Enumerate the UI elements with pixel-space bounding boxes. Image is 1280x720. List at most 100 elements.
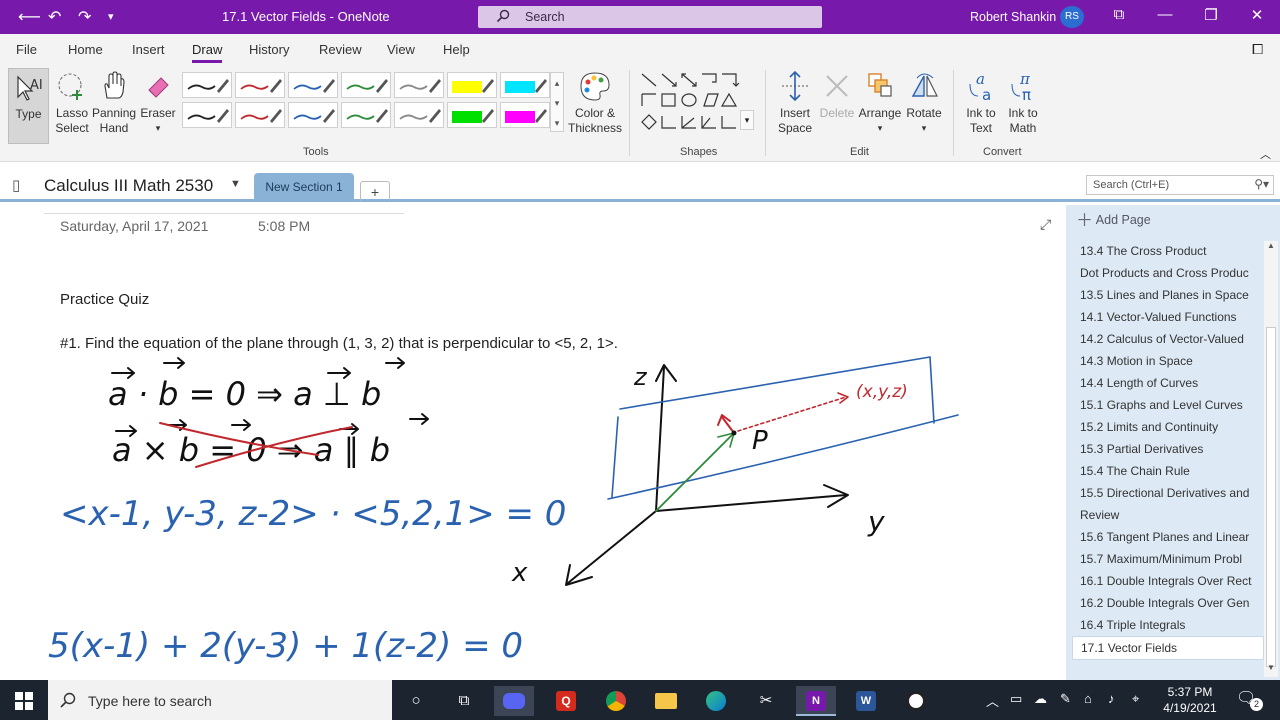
collapse-ribbon-icon[interactable]: ︿ bbox=[1260, 146, 1271, 162]
color-thickness-button[interactable]: Color & Thickness bbox=[566, 70, 624, 136]
scroll-down-icon[interactable]: ▼ bbox=[1264, 663, 1278, 677]
arrange-dropdown-icon[interactable]: ▾ bbox=[856, 121, 904, 136]
pen-swatch[interactable] bbox=[182, 102, 232, 128]
shapes-gallery[interactable] bbox=[640, 72, 740, 132]
page-list-item[interactable]: 16.4 Triple Integrals bbox=[1072, 614, 1264, 636]
restore-button[interactable]: ❐ bbox=[1196, 6, 1226, 24]
tab-draw[interactable]: Draw bbox=[192, 42, 223, 63]
back-icon[interactable]: ⟵ bbox=[18, 7, 41, 27]
pen-swatch[interactable] bbox=[394, 102, 444, 128]
onedrive-icon[interactable]: ☁ bbox=[1034, 691, 1047, 707]
windows-start-icon[interactable] bbox=[15, 692, 33, 710]
chrome-icon[interactable] bbox=[596, 686, 636, 716]
edge-icon[interactable] bbox=[696, 686, 736, 716]
rotate-button[interactable]: Rotate ▾ bbox=[904, 70, 944, 136]
volume-icon[interactable]: ♪ bbox=[1108, 691, 1115, 706]
network-icon[interactable]: ⌂ bbox=[1084, 691, 1092, 706]
page-list-item[interactable]: 13.5 Lines and Planes in Space bbox=[1072, 284, 1264, 306]
pen-swatch[interactable] bbox=[500, 72, 550, 98]
ribbon-display-options-icon[interactable]: ⧉ bbox=[1104, 6, 1134, 23]
notebook-dropdown-icon[interactable]: ▼ bbox=[230, 178, 241, 190]
undo-icon[interactable]: ↶ bbox=[48, 7, 61, 27]
tab-help[interactable]: Help bbox=[443, 42, 470, 57]
panning-hand-button[interactable]: Panning Hand bbox=[92, 70, 136, 136]
redo-icon[interactable]: ↷ bbox=[78, 7, 91, 27]
page-list-item[interactable]: Review bbox=[1072, 504, 1264, 526]
notebook-icon[interactable]: ▯ bbox=[12, 176, 20, 194]
cortana-icon[interactable]: ○ bbox=[396, 686, 436, 716]
section-tab[interactable]: New Section 1 bbox=[254, 173, 354, 202]
notebook-name[interactable]: Calculus III Math 2530 bbox=[44, 176, 213, 196]
page-list-item[interactable]: 15.7 Maximum/Minimum Probl bbox=[1072, 548, 1264, 570]
tab-view[interactable]: View bbox=[387, 42, 415, 57]
pen-gallery-scroll[interactable]: ▴ ▾ ▾ bbox=[550, 72, 564, 132]
pen-swatch[interactable] bbox=[288, 102, 338, 128]
eraser-button[interactable]: Eraser ▾ bbox=[138, 70, 178, 136]
pen-menu-icon[interactable]: ✎ bbox=[1060, 691, 1071, 707]
tab-review[interactable]: Review bbox=[319, 42, 362, 57]
quicken-icon[interactable]: Q bbox=[546, 686, 586, 716]
ink-to-math-button[interactable]: π π Ink to Math bbox=[1002, 70, 1044, 136]
lasso-select-button[interactable]: Lasso Select bbox=[52, 70, 92, 136]
pen-swatch[interactable] bbox=[500, 102, 550, 128]
pen-swatch[interactable] bbox=[394, 72, 444, 98]
pen-swatch[interactable] bbox=[235, 72, 285, 98]
discord-icon[interactable] bbox=[494, 686, 534, 716]
page-list-item[interactable]: 14.3 Motion in Space bbox=[1072, 350, 1264, 372]
pen-swatch[interactable] bbox=[288, 72, 338, 98]
scrollbar-thumb[interactable] bbox=[1266, 327, 1276, 667]
ink-to-text-button[interactable]: a a Ink to Text bbox=[960, 70, 1002, 136]
obs-icon[interactable] bbox=[896, 686, 936, 716]
page-list-item[interactable]: 16.2 Double Integrals Over Gen bbox=[1072, 592, 1264, 614]
tab-insert[interactable]: Insert bbox=[132, 42, 165, 57]
page-list-item[interactable]: 16.1 Double Integrals Over Rect bbox=[1072, 570, 1264, 592]
minimize-button[interactable]: — bbox=[1150, 6, 1180, 23]
rotate-dropdown-icon[interactable]: ▾ bbox=[904, 121, 944, 136]
page-list-item[interactable]: Dot Products and Cross Produc bbox=[1072, 262, 1264, 284]
pen-swatch[interactable] bbox=[447, 102, 497, 128]
delete-button[interactable]: Delete bbox=[818, 70, 856, 121]
pen-swatch[interactable] bbox=[235, 102, 285, 128]
pen-swatch[interactable] bbox=[447, 72, 497, 98]
page-list-item[interactable]: 14.1 Vector-Valued Functions bbox=[1072, 306, 1264, 328]
add-page-button[interactable]: ＋ Add Page bbox=[1076, 209, 1270, 231]
pen-workspace-icon[interactable]: ⌖ bbox=[1132, 691, 1139, 707]
page-list-item[interactable]: 17.1 Vector Fields bbox=[1072, 636, 1264, 660]
page-list-item[interactable]: 15.6 Tangent Planes and Linear bbox=[1072, 526, 1264, 548]
show-hidden-icons[interactable]: ︿ bbox=[986, 691, 999, 710]
taskbar-clock[interactable]: 5:37 PM 4/19/2021 bbox=[1160, 684, 1220, 716]
close-button[interactable]: ✕ bbox=[1242, 6, 1272, 24]
user-name[interactable]: Robert Shankin bbox=[970, 10, 1056, 24]
onenote-icon[interactable]: N bbox=[796, 686, 836, 716]
page-list-item[interactable]: 15.2 Limits and Continuity bbox=[1072, 416, 1264, 438]
pages-scrollbar[interactable]: ▲ ▼ bbox=[1264, 241, 1278, 677]
task-view-icon[interactable]: ⧉ bbox=[444, 686, 484, 716]
arrange-button[interactable]: Arrange ▾ bbox=[856, 70, 904, 136]
notifications-button[interactable]: 🗨 2 bbox=[1236, 688, 1263, 712]
page-list-item[interactable]: 15.5 Directional Derivatives and bbox=[1072, 482, 1264, 504]
page-list-item[interactable]: 15.4 The Chain Rule bbox=[1072, 460, 1264, 482]
tab-file[interactable]: File bbox=[16, 42, 37, 57]
pen-swatch[interactable] bbox=[341, 102, 391, 128]
pen-swatch[interactable] bbox=[182, 72, 232, 98]
type-button[interactable]: AI Type bbox=[8, 68, 49, 144]
page-list-item[interactable]: 14.4 Length of Curves bbox=[1072, 372, 1264, 394]
page-list-item[interactable]: 15.1 Graphs and Level Curves bbox=[1072, 394, 1264, 416]
page-list-item[interactable]: 13.4 The Cross Product bbox=[1072, 240, 1264, 262]
notebooks-panel-icon[interactable]: ⧠ bbox=[1252, 41, 1263, 58]
scroll-up-icon[interactable]: ▲ bbox=[1264, 241, 1278, 255]
insert-space-button[interactable]: Insert Space bbox=[772, 70, 818, 136]
shapes-more-icon[interactable]: ▾ bbox=[740, 110, 754, 130]
battery-icon[interactable]: ▭ bbox=[1010, 691, 1022, 707]
taskbar-search[interactable]: Type here to search bbox=[48, 680, 392, 720]
page-list-item[interactable]: 15.3 Partial Derivatives bbox=[1072, 438, 1264, 460]
eraser-dropdown-icon[interactable]: ▾ bbox=[138, 121, 178, 136]
add-section-button[interactable]: + bbox=[360, 181, 390, 201]
search-box[interactable]: Search bbox=[478, 6, 822, 28]
customize-quick-access-icon[interactable]: ▾ bbox=[108, 10, 114, 23]
file-explorer-icon[interactable] bbox=[646, 686, 686, 716]
search-icon[interactable]: ⚲▾ bbox=[1254, 177, 1269, 191]
snipping-tool-icon[interactable]: ✂ bbox=[746, 686, 786, 716]
avatar[interactable]: RS bbox=[1060, 6, 1084, 28]
word-icon[interactable]: W bbox=[846, 686, 886, 716]
